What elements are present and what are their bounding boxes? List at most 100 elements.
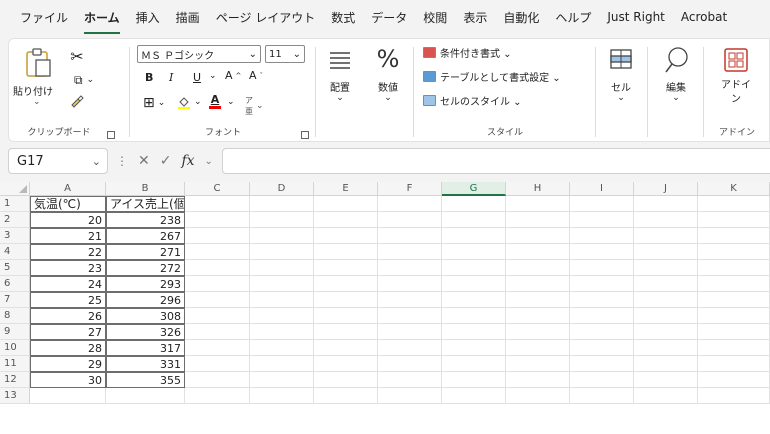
temperature-cell[interactable]: 25 xyxy=(30,292,106,308)
cell[interactable] xyxy=(634,356,698,372)
cell[interactable] xyxy=(634,340,698,356)
column-header-h[interactable]: H xyxy=(506,182,570,196)
row-header[interactable]: 1 xyxy=(0,196,30,212)
column-header-i[interactable]: I xyxy=(570,182,634,196)
temperature-cell[interactable]: 29 xyxy=(30,356,106,372)
cell[interactable] xyxy=(314,340,378,356)
cell[interactable] xyxy=(506,324,570,340)
cell[interactable] xyxy=(442,276,506,292)
column-header-j[interactable]: J xyxy=(634,182,698,196)
cell[interactable] xyxy=(250,244,314,260)
cell[interactable] xyxy=(185,228,250,244)
tab-10[interactable]: ヘルプ xyxy=(547,9,599,26)
chevron-down-icon[interactable]: ⌄ xyxy=(205,156,213,167)
cell[interactable] xyxy=(250,308,314,324)
cell[interactable] xyxy=(314,212,378,228)
row-header[interactable]: 5 xyxy=(0,260,30,276)
cell[interactable] xyxy=(698,228,770,244)
cell[interactable] xyxy=(250,340,314,356)
cell[interactable] xyxy=(185,212,250,228)
cell[interactable] xyxy=(698,244,770,260)
tab-2[interactable]: 挿入 xyxy=(128,9,168,26)
row-header[interactable]: 4 xyxy=(0,244,30,260)
cell[interactable] xyxy=(378,340,442,356)
cell[interactable] xyxy=(442,292,506,308)
cell[interactable] xyxy=(442,340,506,356)
temperature-cell[interactable]: 30 xyxy=(30,372,106,388)
cell[interactable] xyxy=(314,228,378,244)
cell[interactable] xyxy=(378,276,442,292)
number-group[interactable]: % 数値 ⌄ xyxy=(367,39,409,143)
cell[interactable] xyxy=(378,212,442,228)
cell[interactable] xyxy=(250,292,314,308)
cell[interactable] xyxy=(30,388,106,404)
cell[interactable] xyxy=(570,292,634,308)
paste-icon[interactable] xyxy=(19,45,59,81)
enter-icon[interactable]: ✓ xyxy=(160,153,172,169)
cell[interactable] xyxy=(634,372,698,388)
cell[interactable] xyxy=(314,388,378,404)
row-header[interactable]: 6 xyxy=(0,276,30,292)
sales-cell[interactable]: 355 xyxy=(106,372,185,388)
column-header-f[interactable]: F xyxy=(378,182,442,196)
cell[interactable] xyxy=(185,292,250,308)
column-header-b[interactable]: B xyxy=(106,182,185,196)
column-header-c[interactable]: C xyxy=(185,182,250,196)
cell[interactable] xyxy=(185,196,250,212)
column-header-a[interactable]: A xyxy=(30,182,106,196)
cell[interactable] xyxy=(698,340,770,356)
cell[interactable] xyxy=(378,388,442,404)
cell[interactable] xyxy=(314,308,378,324)
header-cell[interactable]: アイス売上(個) xyxy=(106,196,185,212)
cell[interactable] xyxy=(698,324,770,340)
tab-7[interactable]: 校閲 xyxy=(415,9,455,26)
bold-button[interactable]: B xyxy=(145,71,153,84)
cut-icon[interactable]: ✂ xyxy=(67,47,87,66)
borders-icon[interactable]: ⊞ ⌄ xyxy=(143,95,165,111)
sales-cell[interactable]: 267 xyxy=(106,228,185,244)
cell[interactable] xyxy=(506,388,570,404)
cell[interactable] xyxy=(570,324,634,340)
cell[interactable] xyxy=(634,244,698,260)
row-header[interactable]: 7 xyxy=(0,292,30,308)
cell[interactable] xyxy=(185,308,250,324)
cell[interactable] xyxy=(106,388,185,404)
cell[interactable] xyxy=(185,276,250,292)
cell[interactable] xyxy=(570,388,634,404)
tab-1[interactable]: ホーム xyxy=(76,9,128,34)
cells-group[interactable]: セル ⌄ xyxy=(599,39,643,143)
cell[interactable] xyxy=(250,356,314,372)
row-header[interactable]: 12 xyxy=(0,372,30,388)
cell[interactable] xyxy=(506,260,570,276)
addins-button[interactable]: アドイン xyxy=(721,79,751,107)
cell[interactable] xyxy=(570,228,634,244)
row-header[interactable]: 11 xyxy=(0,356,30,372)
cell[interactable] xyxy=(314,196,378,212)
cell[interactable] xyxy=(250,228,314,244)
row-header[interactable]: 10 xyxy=(0,340,30,356)
formula-input[interactable] xyxy=(222,148,770,174)
cell[interactable] xyxy=(506,228,570,244)
cell[interactable] xyxy=(698,356,770,372)
underline-button[interactable]: U xyxy=(193,71,201,84)
cell[interactable] xyxy=(378,372,442,388)
font-color-dropdown-icon[interactable]: ⌄ xyxy=(227,97,235,107)
cell[interactable] xyxy=(698,292,770,308)
alignment-group[interactable]: 配置 ⌄ xyxy=(317,39,363,143)
cell[interactable] xyxy=(698,276,770,292)
name-box[interactable]: G17 ⌄ xyxy=(8,148,108,174)
cell[interactable] xyxy=(506,292,570,308)
cell[interactable] xyxy=(314,260,378,276)
cell[interactable] xyxy=(634,228,698,244)
cell[interactable] xyxy=(378,260,442,276)
cell[interactable] xyxy=(442,244,506,260)
cell[interactable] xyxy=(442,308,506,324)
cancel-icon[interactable]: ✕ xyxy=(138,153,150,169)
sales-cell[interactable]: 271 xyxy=(106,244,185,260)
cell[interactable] xyxy=(185,388,250,404)
cell[interactable] xyxy=(698,212,770,228)
cell[interactable] xyxy=(634,324,698,340)
temperature-cell[interactable]: 20 xyxy=(30,212,106,228)
cell[interactable] xyxy=(314,356,378,372)
select-all-button[interactable] xyxy=(0,182,30,196)
